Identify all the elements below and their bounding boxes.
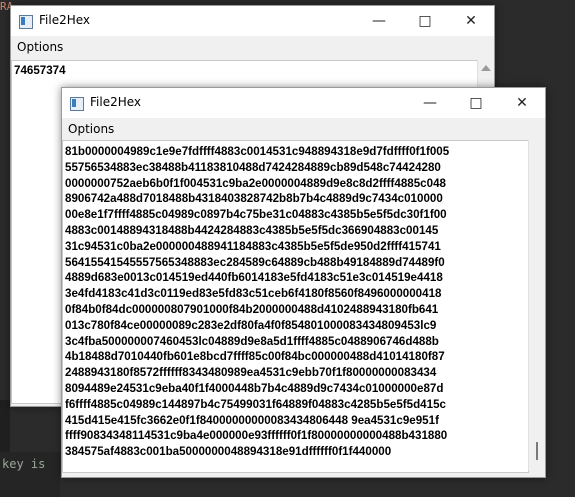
editor-code-fragment: RA: [0, 0, 14, 13]
app-icon: [70, 97, 84, 111]
hex-line: ffff90834348114531c9ba4e000000e93ffffff0…: [65, 429, 448, 443]
minimize-icon[interactable]: —: [356, 6, 402, 36]
maximize-icon[interactable]: □: [453, 88, 499, 118]
hex-line: 4883c00148894318488b4424284883c4385b5e5f…: [65, 223, 439, 237]
hex-line: 013c780f84ce00000089c283e2df80fa4f0f8548…: [65, 318, 437, 332]
hex-line: 31c94531c0ba2e000000488941184883c4385b5e…: [65, 239, 441, 253]
hex-line: 4889d683e0013c014519ed440fb6014183e5fd41…: [65, 271, 443, 285]
menu-bar: Options: [11, 36, 494, 61]
hex-line: 384575af4883c001ba5000000048894318e91dff…: [65, 445, 392, 459]
hex-line: 8906742a488d7018488b4318403828742b8b7b4c…: [65, 192, 443, 206]
maximize-icon[interactable]: □: [402, 6, 448, 36]
hex-line: 55756534883ec38488b41183810488d742428488…: [65, 160, 441, 174]
menu-options[interactable]: Options: [68, 122, 114, 136]
title-bar[interactable]: File2Hex — □ ✕: [62, 88, 545, 118]
file2hex-window-front: File2Hex — □ ✕ Options 81b0000004989c1e9…: [61, 87, 546, 478]
scroll-thumb[interactable]: [536, 442, 538, 460]
editor-code-fragment-bottom: key is: [2, 457, 46, 471]
hex-line: 56415541545557565348883ec284589c64889cb4…: [65, 255, 445, 269]
hex-line: 2488943180f8572ffffff8343480989ea4531c9e…: [65, 366, 437, 380]
window-title: File2Hex: [90, 95, 142, 109]
app-icon: [19, 15, 33, 29]
hex-line: 8094489e24531c9eba40f1f4000448b7b4c4889d…: [65, 381, 444, 395]
hex-text: 74657374: [14, 64, 66, 77]
hex-line: 0000000752aeb6b0f1f004531c9ba2e000000488…: [65, 176, 446, 190]
title-bar[interactable]: File2Hex — □ ✕: [11, 6, 494, 36]
close-icon[interactable]: ✕: [448, 6, 494, 36]
hex-line: 415d415e415fc3662e0f1f840000000000834348…: [65, 413, 439, 427]
hex-line: f6ffff4885c04989c144897b4c75499031f64889…: [65, 397, 446, 411]
hex-output-area[interactable]: 81b0000004989c1e9e7fdffff4883c0014531c94…: [62, 140, 529, 473]
hex-line: 3c4fba500000007460453lc04889d9e8a5d1ffff…: [65, 334, 439, 348]
hex-line: 3e4fd4183c41d3c0119ed83e5fd83c51ceb6f418…: [65, 287, 442, 301]
minimize-icon[interactable]: —: [407, 88, 453, 118]
window-title: File2Hex: [39, 13, 91, 27]
hex-line: 4b18488d7010440fb601e8bcd7ffff85c00f84bc…: [65, 350, 445, 364]
hex-line: 81b0000004989c1e9e7fdffff4883c0014531c94…: [65, 145, 450, 158]
vertical-scrollbar[interactable]: [528, 140, 545, 471]
hex-line: 00e8e1f7ffff4885c04989c0897b4c75be31c048…: [65, 208, 447, 222]
close-icon[interactable]: ✕: [499, 88, 545, 118]
scroll-up-icon[interactable]: [481, 65, 491, 71]
hex-line: 0f84b0f84dc000000807901000f84b2000000488…: [65, 302, 439, 316]
menu-options[interactable]: Options: [17, 40, 63, 54]
